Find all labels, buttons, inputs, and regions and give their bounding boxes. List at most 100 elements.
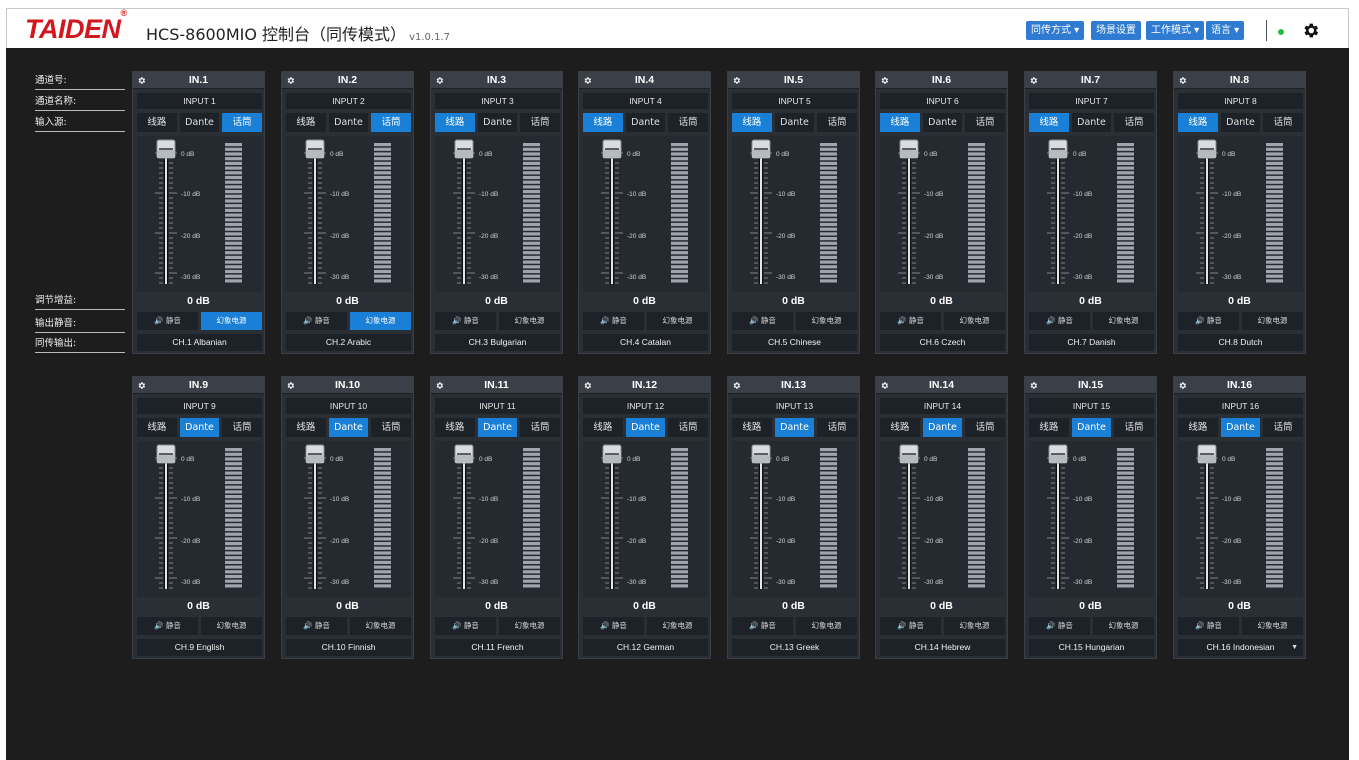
interp-output-select[interactable]: CH.5 Chinese (732, 334, 857, 351)
phantom-power-button[interactable]: 幻象电源 (796, 312, 857, 330)
fader-handle[interactable] (1048, 139, 1068, 159)
fader-handle[interactable] (454, 444, 474, 464)
gear-icon[interactable] (1301, 21, 1320, 40)
source-button-line[interactable]: 线路 (583, 113, 623, 132)
channel-name-field[interactable]: INPUT 15 (1029, 398, 1154, 414)
fader[interactable]: 0 dB -10 dB -20 dB -30 dB (880, 136, 1005, 292)
source-button-dante[interactable]: Dante (625, 418, 666, 437)
source-button-dante[interactable]: Dante (1220, 113, 1261, 132)
fader[interactable]: 0 dB -10 dB -20 dB -30 dB (583, 136, 708, 292)
channel-name-field[interactable]: INPUT 3 (435, 93, 560, 109)
source-button-line[interactable]: 线路 (1029, 418, 1069, 437)
channel-name-field[interactable]: INPUT 1 (137, 93, 262, 109)
phantom-power-button[interactable]: 幻象电源 (499, 617, 560, 635)
fader-handle[interactable] (751, 139, 771, 159)
fader-handle[interactable] (1048, 444, 1068, 464)
source-button-dante[interactable]: Dante (774, 418, 815, 437)
phantom-power-button[interactable]: 幻象电源 (1093, 617, 1154, 635)
fader-handle[interactable] (899, 444, 919, 464)
source-button-mic[interactable]: 话筒 (817, 418, 858, 437)
fader[interactable]: 0 dB -10 dB -20 dB -30 dB (880, 441, 1005, 597)
interp-output-select[interactable]: CH.16 Indonesian ▼ (1178, 639, 1303, 656)
mute-button[interactable]: 🔊 静音 (1178, 312, 1239, 330)
mute-button[interactable]: 🔊 静音 (732, 617, 793, 635)
phantom-power-button[interactable]: 幻象电源 (1093, 312, 1154, 330)
fader-handle[interactable] (899, 139, 919, 159)
fader[interactable]: 0 dB -10 dB -20 dB -30 dB (286, 136, 411, 292)
interp-output-select[interactable]: CH.15 Hungarian (1029, 639, 1154, 656)
source-button-dante[interactable]: Dante (922, 418, 963, 437)
interp-output-select[interactable]: CH.9 English (137, 639, 262, 656)
phantom-power-button[interactable]: 幻象电源 (1242, 312, 1303, 330)
channel-name-field[interactable]: INPUT 8 (1178, 93, 1303, 109)
fader-handle[interactable] (156, 444, 176, 464)
source-button-dante[interactable]: Dante (1071, 418, 1112, 437)
scene-settings-menu[interactable]: 场景设置 (1091, 21, 1141, 40)
phantom-power-button[interactable]: 幻象电源 (350, 312, 411, 330)
fader[interactable]: 0 dB -10 dB -20 dB -30 dB (732, 441, 857, 597)
phantom-power-button[interactable]: 幻象电源 (647, 617, 708, 635)
interp-mode-menu[interactable]: 同传方式 ▾ (1026, 21, 1085, 40)
source-button-line[interactable]: 线路 (435, 113, 475, 132)
source-button-line[interactable]: 线路 (1178, 418, 1218, 437)
mute-button[interactable]: 🔊 静音 (286, 617, 347, 635)
fader[interactable]: 0 dB -10 dB -20 dB -30 dB (137, 441, 262, 597)
source-button-mic[interactable]: 话筒 (817, 113, 858, 132)
source-button-dante[interactable]: Dante (625, 113, 666, 132)
interp-output-select[interactable]: CH.7 Danish (1029, 334, 1154, 351)
fader[interactable]: 0 dB -10 dB -20 dB -30 dB (583, 441, 708, 597)
mute-button[interactable]: 🔊 静音 (732, 312, 793, 330)
channel-name-field[interactable]: INPUT 6 (880, 93, 1005, 109)
fader-handle[interactable] (1197, 139, 1217, 159)
source-button-mic[interactable]: 话筒 (965, 113, 1006, 132)
source-button-mic[interactable]: 话筒 (222, 113, 263, 132)
source-button-line[interactable]: 线路 (137, 418, 177, 437)
fader[interactable]: 0 dB -10 dB -20 dB -30 dB (1178, 441, 1303, 597)
fader-handle[interactable] (751, 444, 771, 464)
channel-name-field[interactable]: INPUT 11 (435, 398, 560, 414)
source-button-dante[interactable]: Dante (179, 418, 220, 437)
channel-name-field[interactable]: INPUT 13 (732, 398, 857, 414)
phantom-power-button[interactable]: 幻象电源 (350, 617, 411, 635)
source-button-dante[interactable]: Dante (328, 113, 369, 132)
fader[interactable]: 0 dB -10 dB -20 dB -30 dB (435, 136, 560, 292)
phantom-power-button[interactable]: 幻象电源 (201, 312, 262, 330)
interp-output-select[interactable]: CH.12 German (583, 639, 708, 656)
fader-handle[interactable] (305, 139, 325, 159)
fader[interactable]: 0 dB -10 dB -20 dB -30 dB (1029, 136, 1154, 292)
mute-button[interactable]: 🔊 静音 (435, 312, 496, 330)
source-button-dante[interactable]: Dante (774, 113, 815, 132)
fader-handle[interactable] (454, 139, 474, 159)
source-button-dante[interactable]: Dante (1220, 418, 1261, 437)
phantom-power-button[interactable]: 幻象电源 (944, 312, 1005, 330)
fader[interactable]: 0 dB -10 dB -20 dB -30 dB (435, 441, 560, 597)
channel-name-field[interactable]: INPUT 7 (1029, 93, 1154, 109)
interp-output-select[interactable]: CH.4 Catalan (583, 334, 708, 351)
source-button-mic[interactable]: 话筒 (1114, 418, 1155, 437)
source-button-line[interactable]: 线路 (435, 418, 475, 437)
source-button-line[interactable]: 线路 (583, 418, 623, 437)
source-button-mic[interactable]: 话筒 (965, 418, 1006, 437)
interp-output-select[interactable]: CH.2 Arabic (286, 334, 411, 351)
source-button-dante[interactable]: Dante (328, 418, 369, 437)
source-button-dante[interactable]: Dante (1071, 113, 1112, 132)
work-mode-menu[interactable]: 工作模式 ▾ (1146, 21, 1205, 40)
fader-handle[interactable] (602, 444, 622, 464)
source-button-dante[interactable]: Dante (179, 113, 220, 132)
phantom-power-button[interactable]: 幻象电源 (944, 617, 1005, 635)
source-button-line[interactable]: 线路 (880, 113, 920, 132)
channel-name-field[interactable]: INPUT 9 (137, 398, 262, 414)
interp-output-select[interactable]: CH.11 French (435, 639, 560, 656)
source-button-line[interactable]: 线路 (732, 418, 772, 437)
fader[interactable]: 0 dB -10 dB -20 dB -30 dB (286, 441, 411, 597)
channel-name-field[interactable]: INPUT 14 (880, 398, 1005, 414)
language-menu[interactable]: 语言 ▾ (1206, 21, 1245, 40)
interp-output-select[interactable]: CH.8 Dutch (1178, 334, 1303, 351)
source-button-line[interactable]: 线路 (732, 113, 772, 132)
interp-output-select[interactable]: CH.13 Greek (732, 639, 857, 656)
mute-button[interactable]: 🔊 静音 (286, 312, 347, 330)
mute-button[interactable]: 🔊 静音 (880, 617, 941, 635)
mute-button[interactable]: 🔊 静音 (880, 312, 941, 330)
source-button-line[interactable]: 线路 (286, 113, 326, 132)
source-button-dante[interactable]: Dante (477, 418, 518, 437)
